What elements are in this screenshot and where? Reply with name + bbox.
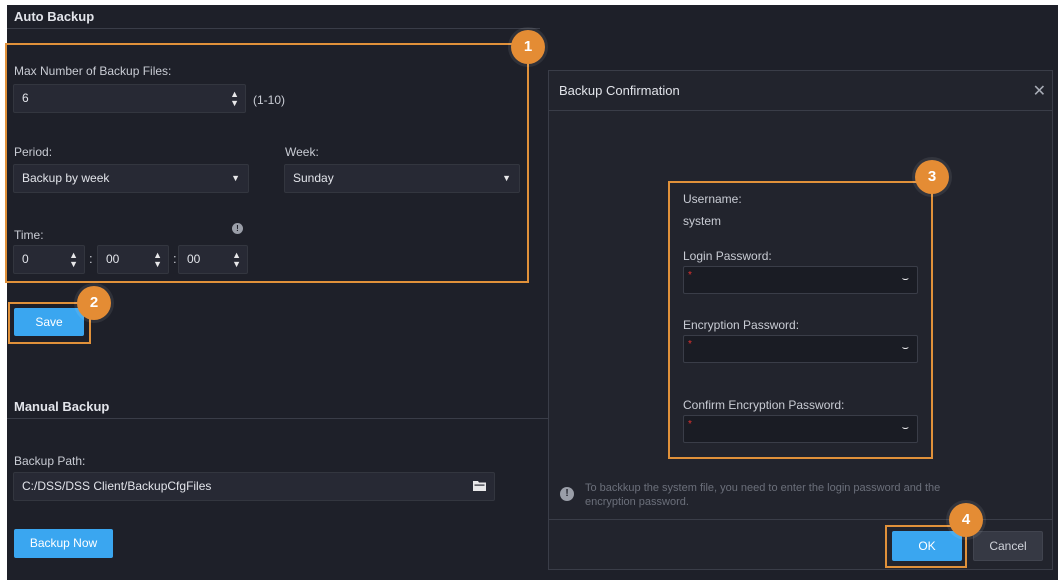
dialog-title-bar: Backup Confirmation [549, 71, 1052, 111]
auto-backup-header: Auto Backup [7, 5, 540, 29]
callout-badge-4: 4 [949, 503, 983, 537]
note-line-1: To backkup the system file, you need to … [585, 482, 941, 494]
backup-confirmation-dialog: Backup Confirmation ✕ Username: system L… [548, 70, 1053, 570]
dialog-title: Backup Confirmation [559, 83, 680, 98]
callout-box-3 [668, 181, 933, 459]
backup-path-input[interactable]: C:/DSS/DSS Client/BackupCfgFiles [13, 472, 495, 501]
callout-badge-2: 2 [77, 286, 111, 320]
divider [7, 418, 548, 419]
info-icon: ! [560, 487, 574, 501]
callout-box-1 [5, 43, 529, 283]
folder-icon[interactable] [473, 480, 486, 491]
auto-backup-title: Auto Backup [14, 9, 95, 24]
backup-path-label: Backup Path: [14, 454, 86, 468]
manual-backup-title: Manual Backup [14, 399, 110, 414]
callout-badge-1: 1 [511, 30, 545, 64]
note-line-2: encryption password. [585, 496, 689, 508]
backup-path-value: C:/DSS/DSS Client/BackupCfgFiles [22, 479, 212, 493]
callout-badge-3: 3 [915, 160, 949, 194]
close-icon[interactable]: ✕ [1033, 81, 1046, 101]
backup-now-button[interactable]: Backup Now [14, 529, 113, 558]
cancel-button[interactable]: Cancel [973, 531, 1043, 561]
